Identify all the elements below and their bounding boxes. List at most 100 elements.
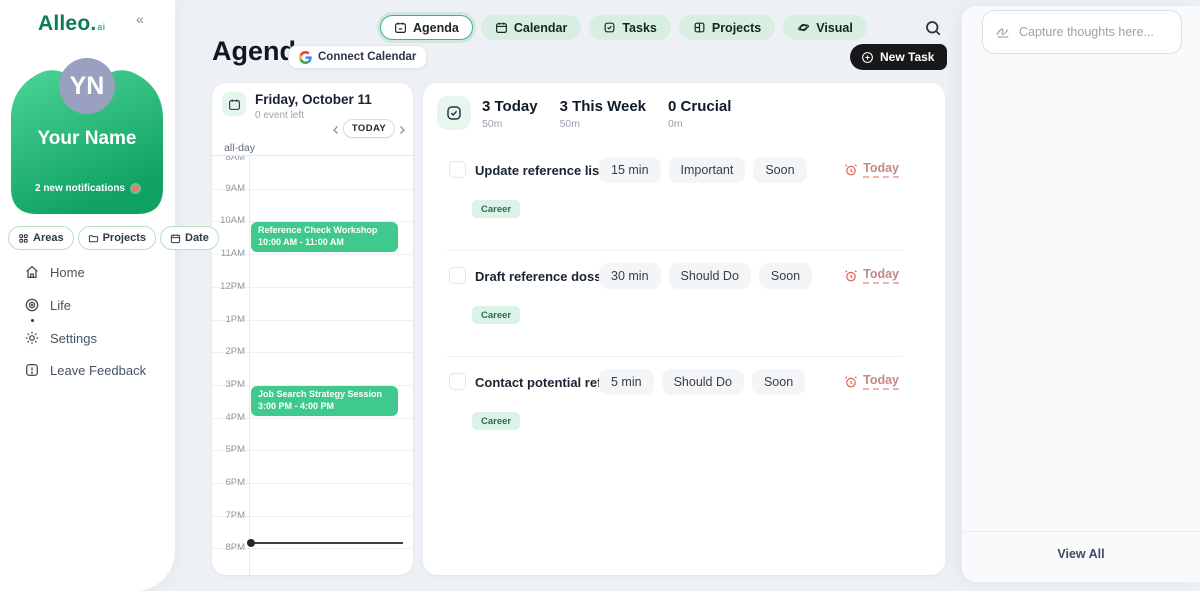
task-title[interactable]: Draft reference dossier	[475, 269, 617, 284]
stat-today[interactable]: 3 Today 50m	[482, 98, 538, 130]
hour-label: 4PM	[212, 412, 245, 423]
task-row: Contact potential reference 5 min Should…	[423, 371, 945, 477]
grid-icon	[693, 21, 706, 34]
planet-icon	[797, 21, 810, 34]
all-day-row[interactable]: all-day	[212, 140, 413, 156]
task-checkbox[interactable]	[449, 267, 466, 284]
notifications-link[interactable]: 2 new notifications	[9, 183, 165, 194]
sidebar: Alleo.ai « YN Your Name 2 new notificati…	[0, 0, 175, 591]
tab-label: Calendar	[514, 21, 568, 35]
task-badges: 5 min Should Do Soon	[599, 369, 805, 395]
sidebar-item-label: Leave Feedback	[50, 363, 146, 378]
tab-calendar[interactable]: Calendar	[481, 15, 582, 40]
folder-icon	[88, 233, 99, 244]
top-navigation: Agenda Calendar Tasks Projects Visual	[380, 15, 867, 40]
new-task-label: New Task	[880, 50, 934, 64]
calendar-grid[interactable]: 8AM 9AM 10AM 11AM 12PM 1PM 2PM 3PM 4PM 5…	[212, 156, 413, 575]
deadline-label: Today	[863, 267, 899, 284]
logo-suffix: ai	[97, 22, 105, 32]
stat-value: 3 Today	[482, 98, 538, 115]
app-logo[interactable]: Alleo.ai	[38, 12, 105, 36]
filter-projects[interactable]: Projects	[78, 226, 156, 250]
urgency-badge[interactable]: Soon	[753, 157, 806, 183]
stat-this-week[interactable]: 3 This Week 50m	[560, 98, 646, 130]
priority-badge[interactable]: Should Do	[669, 263, 751, 289]
filter-date[interactable]: Date	[160, 226, 219, 250]
agenda-calendar-panel: Friday, October 11 0 event left TODAY al…	[212, 83, 413, 575]
deadline-label: Today	[863, 373, 899, 390]
tasks-stats: 3 Today 50m 3 This Week 50m 0 Crucial 0m	[482, 98, 731, 130]
chevron-right-icon[interactable]	[396, 123, 408, 135]
today-button[interactable]: TODAY	[343, 119, 395, 138]
duration-badge[interactable]: 15 min	[599, 157, 661, 183]
deadline-chip[interactable]: Today	[844, 373, 899, 390]
gear-icon	[24, 330, 40, 346]
task-checkbox[interactable]	[449, 373, 466, 390]
capture-thoughts-box[interactable]	[982, 10, 1182, 54]
new-task-button[interactable]: New Task	[850, 44, 947, 70]
sidebar-item-settings[interactable]: Settings	[24, 330, 97, 346]
notification-dot-icon	[132, 185, 139, 192]
check-square-icon	[603, 21, 616, 34]
calendar-header-icon-box	[222, 92, 246, 116]
all-day-label: all-day	[224, 142, 255, 154]
chevron-left-icon[interactable]	[330, 123, 342, 135]
deadline-chip[interactable]: Today	[844, 161, 899, 178]
urgency-badge[interactable]: Soon	[752, 369, 805, 395]
alarm-clock-icon	[844, 375, 858, 389]
filter-date-label: Date	[185, 232, 209, 244]
task-tag[interactable]: Career	[472, 306, 520, 324]
capture-panel: View All	[962, 6, 1200, 582]
feedback-icon	[24, 362, 40, 378]
task-title[interactable]: Update reference list	[475, 163, 604, 178]
event-title: Job Search Strategy Session	[258, 389, 391, 399]
app-window: Alleo.ai « YN Your Name 2 new notificati…	[0, 0, 1200, 591]
sidebar-collapse-icon[interactable]: «	[136, 11, 144, 27]
tab-agenda[interactable]: Agenda	[380, 15, 473, 40]
deadline-label: Today	[863, 161, 899, 178]
avatar[interactable]: YN	[59, 58, 115, 114]
task-tag[interactable]: Career	[472, 412, 520, 430]
priority-badge[interactable]: Should Do	[662, 369, 744, 395]
connect-calendar-button[interactable]: Connect Calendar	[288, 45, 427, 69]
events-left-label: 0 event left	[255, 110, 304, 121]
tab-label: Projects	[712, 21, 761, 35]
stat-sub: 0m	[668, 118, 731, 130]
hour-label: 9AM	[212, 183, 245, 194]
hour-label: 5PM	[212, 444, 245, 455]
tab-projects[interactable]: Projects	[679, 15, 775, 40]
checkbox-icon	[445, 104, 463, 122]
tab-label: Agenda	[413, 21, 459, 35]
alarm-clock-icon	[844, 269, 858, 283]
filter-areas[interactable]: Areas	[8, 226, 74, 250]
duration-badge[interactable]: 30 min	[599, 263, 661, 289]
filter-projects-label: Projects	[103, 232, 146, 244]
sidebar-item-leave-feedback[interactable]: Leave Feedback	[24, 362, 146, 378]
deadline-chip[interactable]: Today	[844, 267, 899, 284]
sidebar-item-life[interactable]: Life	[24, 297, 71, 313]
tab-tasks[interactable]: Tasks	[589, 15, 671, 40]
priority-badge[interactable]: Important	[669, 157, 746, 183]
hour-label: 12PM	[212, 281, 245, 292]
duration-badge[interactable]: 5 min	[599, 369, 654, 395]
event-title: Reference Check Workshop	[258, 225, 391, 235]
search-icon[interactable]	[924, 19, 942, 37]
task-checkbox[interactable]	[449, 161, 466, 178]
target-icon	[24, 297, 40, 313]
stat-crucial[interactable]: 0 Crucial 0m	[668, 98, 731, 130]
calendar-icon	[170, 233, 181, 244]
hour-label: 8PM	[212, 542, 245, 553]
urgency-badge[interactable]: Soon	[759, 263, 812, 289]
panel-footer-divider	[962, 531, 1200, 532]
view-all-link[interactable]: View All	[962, 547, 1200, 561]
event-time: 10:00 AM - 11:00 AM	[258, 237, 391, 247]
tab-visual[interactable]: Visual	[783, 15, 867, 40]
hour-label: 2PM	[212, 346, 245, 357]
task-tag[interactable]: Career	[472, 200, 520, 218]
calendar-event[interactable]: Job Search Strategy Session 3:00 PM - 4:…	[251, 386, 398, 416]
calendar-event[interactable]: Reference Check Workshop 10:00 AM - 11:0…	[251, 222, 398, 252]
notifications-label: 2 new notifications	[35, 183, 125, 194]
capture-thoughts-input[interactable]	[1019, 25, 1169, 39]
sidebar-item-home[interactable]: Home	[24, 264, 85, 280]
google-icon	[299, 51, 312, 64]
